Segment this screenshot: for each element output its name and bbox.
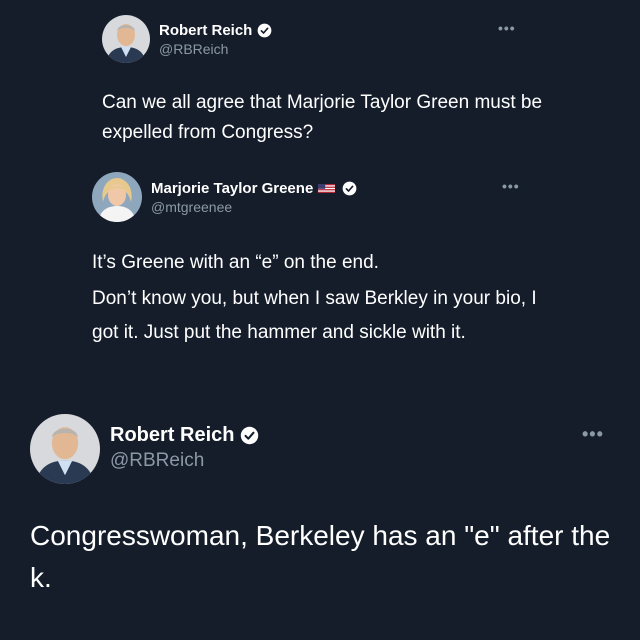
tweet-paragraph: Don’t know you, but when I saw Berkley i… — [92, 288, 537, 343]
tweet-text: It’s Greene with an “e” on the end. Don’… — [92, 246, 562, 350]
user-handle[interactable]: @RBReich — [110, 450, 204, 472]
more-options-icon[interactable]: ••• — [498, 20, 516, 36]
more-options-icon[interactable]: ••• — [582, 424, 604, 445]
avatar-robert-reich[interactable] — [102, 15, 150, 63]
display-name[interactable]: Marjorie Taylor Greene — [151, 180, 313, 197]
display-name[interactable]: Robert Reich — [110, 424, 234, 447]
user-handle[interactable]: @mtgreenee — [151, 199, 232, 215]
more-options-icon[interactable]: ••• — [502, 178, 520, 194]
verified-badge-icon — [257, 23, 272, 38]
avatar-image — [30, 414, 100, 484]
author-name-row: Robert Reich — [159, 22, 272, 39]
avatar-robert-reich[interactable] — [30, 414, 100, 484]
author-name-row: Marjorie Taylor Greene — [151, 180, 357, 197]
author-name-row: Robert Reich — [110, 424, 259, 447]
avatar-marjorie-taylor-greene[interactable] — [92, 172, 142, 222]
tweet-paragraph: It’s Greene with an “e” on the end. — [92, 252, 379, 273]
tweet-text: Congresswoman, Berkeley has an "e" after… — [30, 520, 611, 593]
user-handle[interactable]: @RBReich — [159, 41, 228, 57]
us-flag-icon — [318, 183, 336, 194]
display-name[interactable]: Robert Reich — [159, 22, 252, 39]
verified-badge-icon — [240, 426, 259, 445]
avatar-image — [92, 172, 142, 222]
verified-badge-icon — [342, 181, 357, 196]
tweet-text: Can we all agree that Marjorie Taylor Gr… — [102, 92, 543, 143]
avatar-image — [102, 15, 150, 63]
tweet-thread-screenshot: Robert Reich @RBReich ••• Can we all agr… — [0, 0, 640, 640]
